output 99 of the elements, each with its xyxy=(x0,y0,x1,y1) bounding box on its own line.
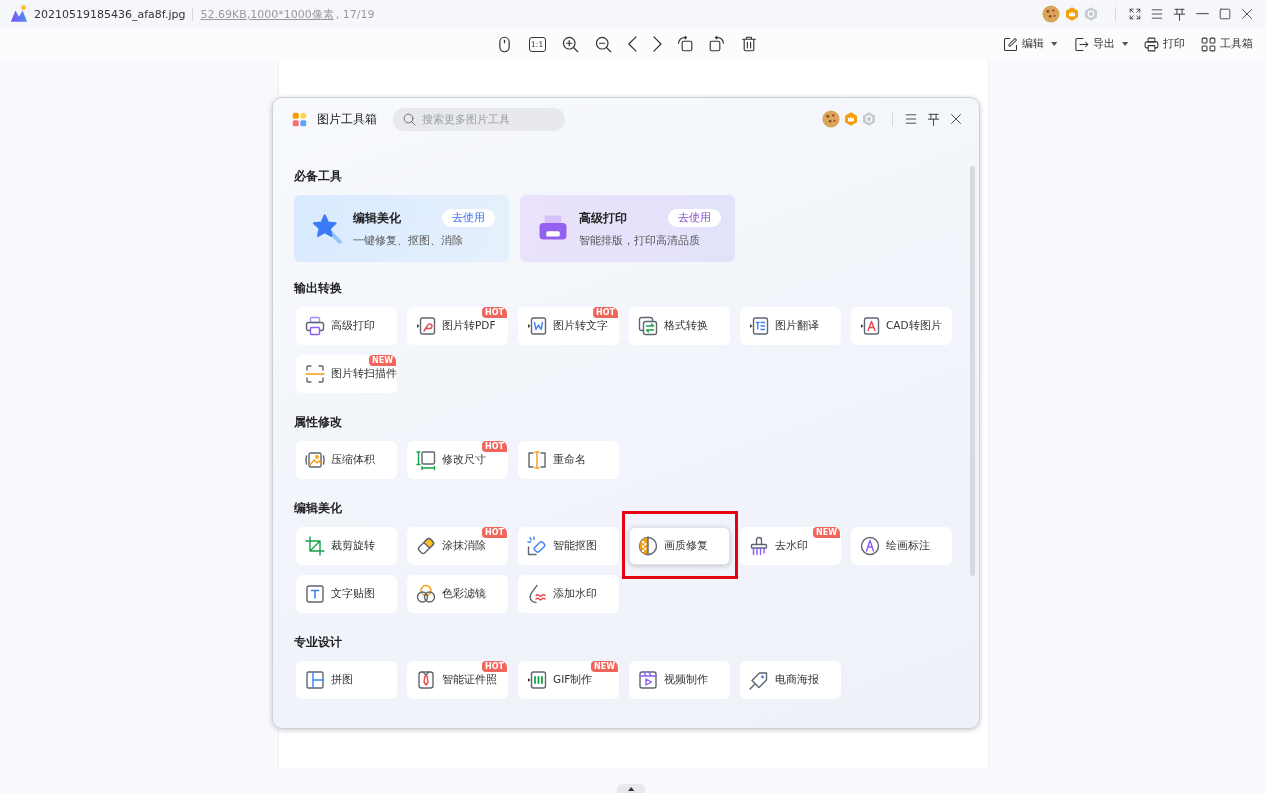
pin-icon[interactable] xyxy=(1173,7,1186,21)
rotate-left-icon[interactable] xyxy=(677,36,694,52)
status-badge: HOT xyxy=(593,307,618,318)
expand-tab[interactable] xyxy=(617,784,645,793)
document-lines-icon xyxy=(749,316,769,336)
status-badge: HOT xyxy=(482,441,507,452)
card-title: 高级打印 xyxy=(579,209,627,227)
minimize-icon[interactable] xyxy=(1196,13,1209,15)
zoom-out-icon[interactable] xyxy=(594,35,612,53)
magic-eraser-icon xyxy=(527,536,547,556)
document-w-icon xyxy=(527,316,547,336)
crop-icon xyxy=(305,536,325,556)
status-badge: NEW xyxy=(813,527,840,538)
search-icon xyxy=(403,112,416,126)
mountain-logo-icon xyxy=(10,5,28,23)
card-title: 编辑美化 xyxy=(353,209,401,227)
menu-icon[interactable] xyxy=(905,113,917,125)
caret-icon xyxy=(1051,42,1058,46)
section-title: 属性修改 xyxy=(294,414,343,430)
eraser-icon xyxy=(416,536,436,556)
picture-icon xyxy=(305,450,325,470)
use-button[interactable]: 去使用 xyxy=(668,209,721,227)
tool-tile[interactable]: 裁剪旋转 xyxy=(296,527,397,565)
layout-grid-icon xyxy=(305,670,325,690)
tool-tile[interactable]: 视频制作 xyxy=(629,661,730,699)
tiles-logo-icon xyxy=(292,111,307,127)
brush-icon xyxy=(749,536,769,556)
section-title: 专业设计 xyxy=(294,634,343,650)
grid-icon xyxy=(1201,36,1216,52)
feature-card[interactable]: 编辑美化 去使用 一键修复、抠图、消除 xyxy=(294,195,509,262)
status-badge: HOT xyxy=(482,661,507,672)
text-box-icon xyxy=(305,584,325,604)
tool-tile[interactable]: 高级打印 xyxy=(296,307,397,345)
tool-tile[interactable]: 重命名 xyxy=(518,441,619,479)
scrollbar[interactable] xyxy=(970,166,975,576)
tool-tile[interactable]: 绘画标注 xyxy=(851,527,952,565)
pin-icon[interactable] xyxy=(927,112,940,126)
video-play-icon xyxy=(638,670,658,690)
avatar-icon[interactable] xyxy=(1042,5,1060,23)
menu-icon[interactable] xyxy=(1151,8,1163,20)
section-title: 必备工具 xyxy=(294,168,343,184)
tool-tile[interactable]: 文字贴图 xyxy=(296,575,397,613)
section-title: 编辑美化 xyxy=(294,500,343,516)
magic-wand-icon xyxy=(312,213,342,244)
tool-tile[interactable]: 压缩体积 xyxy=(296,441,397,479)
half-circle-icon xyxy=(638,536,658,556)
toolbar-menu-button[interactable]: 导出 xyxy=(1073,36,1128,52)
export-icon xyxy=(1073,36,1089,52)
toolbar-menu-button[interactable]: 编辑 xyxy=(1003,36,1058,52)
tool-tile[interactable]: 拼图 xyxy=(296,661,397,699)
caret-up-icon xyxy=(627,786,635,791)
toolbar-menu-button[interactable]: 打印 xyxy=(1144,36,1185,52)
price-tag-icon xyxy=(749,670,769,690)
chevron-left-icon[interactable] xyxy=(627,36,637,52)
section-title: 输出转换 xyxy=(294,280,343,296)
tool-tile[interactable]: 电商海报 xyxy=(740,661,841,699)
file-name: 20210519185436_afa8f.jpg xyxy=(34,7,186,21)
scan-frame-icon xyxy=(305,364,325,384)
color-circles-icon xyxy=(416,584,436,604)
bars-frame-icon xyxy=(527,670,547,690)
tool-tile[interactable]: 图片翻译 xyxy=(740,307,841,345)
image-index: , 17/19 xyxy=(335,7,375,21)
printer-icon xyxy=(305,316,325,336)
close-icon[interactable] xyxy=(1241,8,1253,20)
use-button[interactable]: 去使用 xyxy=(442,209,495,227)
resize-icon xyxy=(416,450,436,470)
status-badge: NEW xyxy=(369,355,396,366)
status-badge: NEW xyxy=(591,661,618,672)
search-field[interactable]: 搜索更多图片工具 xyxy=(393,107,565,131)
caret-icon xyxy=(1121,42,1128,46)
avatar-icon[interactable] xyxy=(822,110,840,128)
rename-cursor-icon xyxy=(527,450,547,470)
tool-tile[interactable]: CAD转图片 xyxy=(851,307,952,345)
card-description: 一键修复、抠图、消除 xyxy=(353,234,464,248)
document-a-icon xyxy=(860,316,880,336)
tool-tile[interactable]: 格式转换 xyxy=(629,307,730,345)
status-badge: HOT xyxy=(482,307,507,318)
chevron-right-icon[interactable] xyxy=(652,36,662,52)
tool-tile[interactable]: 添加水印 xyxy=(518,575,619,613)
toolbox-title: 图片工具箱 xyxy=(317,110,377,128)
portrait-tie-icon xyxy=(416,670,436,690)
printer-icon xyxy=(1144,36,1159,52)
maximize-icon[interactable] xyxy=(1219,8,1231,20)
compass-circle-icon xyxy=(860,536,880,556)
tool-tile[interactable]: 智能抠图 xyxy=(518,527,619,565)
swap-arrows-icon xyxy=(638,316,658,336)
close-icon[interactable] xyxy=(950,113,962,125)
toolbar-menu-button[interactable]: 工具箱 xyxy=(1201,36,1253,52)
feature-card[interactable]: 高级打印 去使用 智能排版，打印高清品质 xyxy=(520,195,735,262)
edit-icon xyxy=(1003,36,1019,52)
zoom-in-icon[interactable] xyxy=(561,35,579,53)
status-badge: HOT xyxy=(482,527,507,538)
card-description: 智能排版，打印高清品质 xyxy=(579,234,701,248)
tool-tile[interactable]: 色彩滤镜 xyxy=(407,575,508,613)
fullscreen-icon[interactable] xyxy=(1129,8,1141,20)
trash-icon[interactable] xyxy=(741,36,758,52)
drop-waves-icon xyxy=(527,584,547,604)
tool-tile[interactable]: 画质修复 xyxy=(629,527,730,565)
rotate-right-icon[interactable] xyxy=(709,36,726,52)
